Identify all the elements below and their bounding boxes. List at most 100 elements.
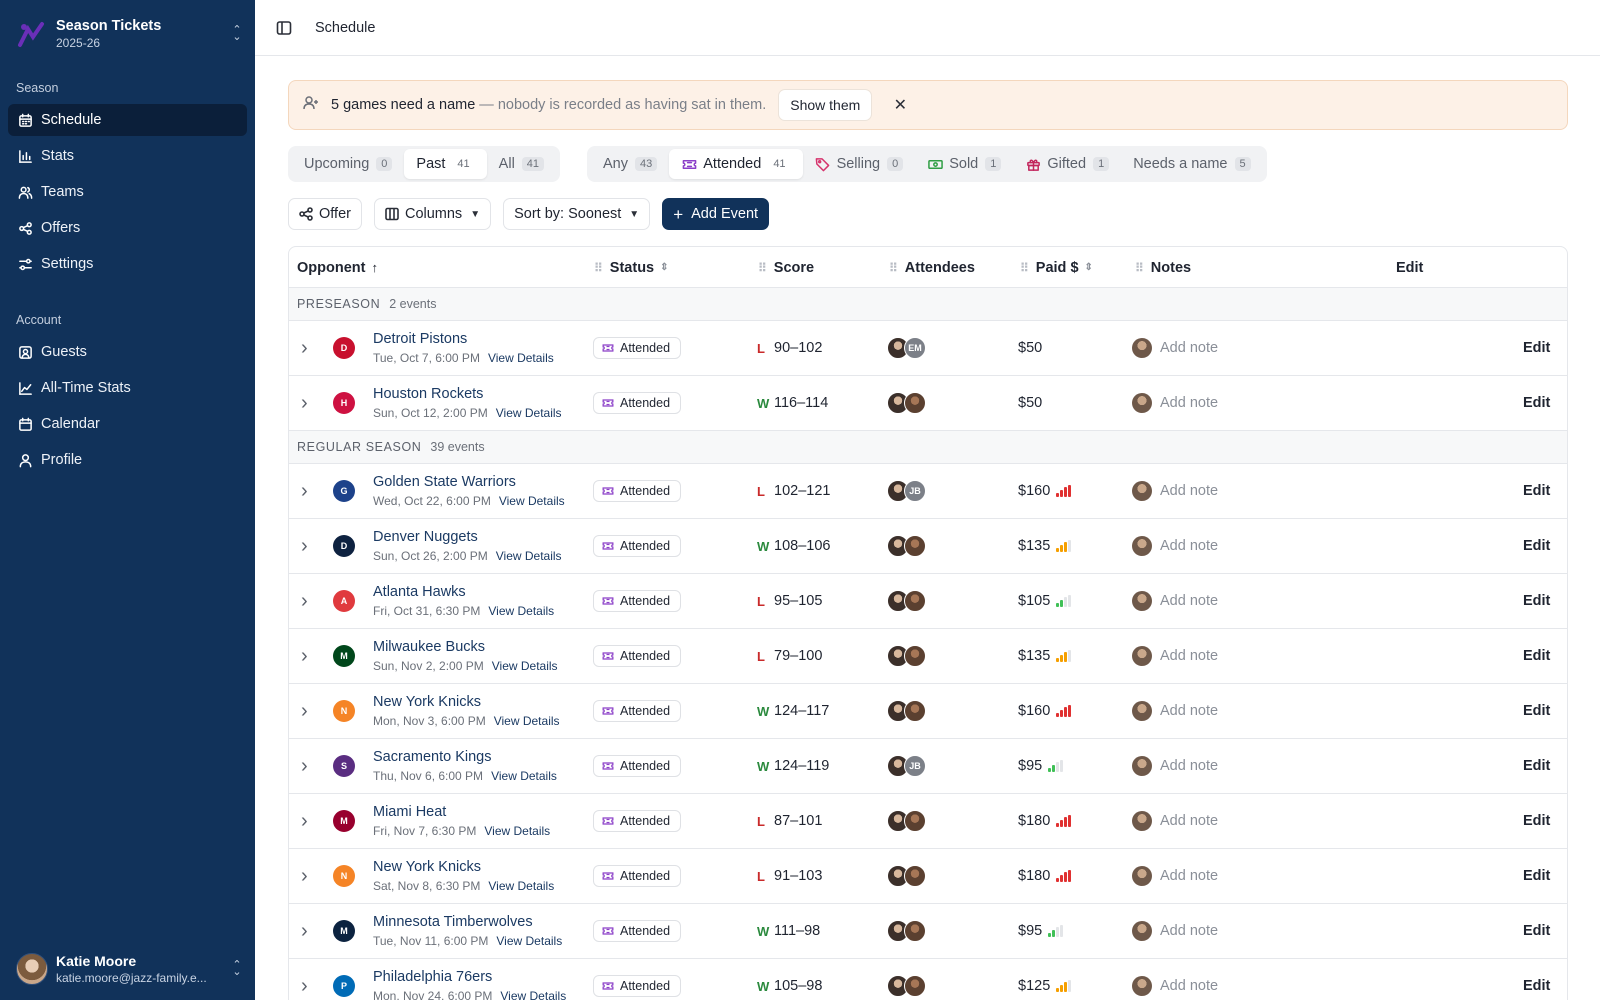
view-details-link[interactable]: View Details <box>488 351 554 365</box>
attendees-cell[interactable] <box>887 574 926 628</box>
tab-upcoming[interactable]: Upcoming 0 <box>292 149 404 179</box>
attendees-cell[interactable] <box>887 629 926 683</box>
edit-button[interactable]: Edit <box>1523 794 1550 848</box>
opponent-name[interactable]: Denver Nuggets <box>373 529 478 545</box>
edit-button[interactable]: Edit <box>1523 849 1550 903</box>
drag-handle-icon[interactable]: ⠿ <box>758 261 767 275</box>
attendees-cell[interactable]: JB <box>887 464 926 518</box>
sidebar-item-guests[interactable]: Guests <box>8 336 247 368</box>
view-details-link[interactable]: View Details <box>491 769 557 783</box>
offer-button[interactable]: Offer <box>288 198 362 230</box>
sidebar-item-calendar[interactable]: Calendar <box>8 408 247 440</box>
tab-any[interactable]: Any 43 <box>591 149 669 179</box>
edit-button[interactable]: Edit <box>1523 904 1550 958</box>
close-icon[interactable]: ✕ <box>892 95 908 115</box>
opponent-name[interactable]: Golden State Warriors <box>373 474 516 490</box>
add-note-button[interactable]: Add note <box>1132 849 1218 903</box>
column-notes[interactable]: ⠿ Notes <box>1135 247 1191 288</box>
season-switcher[interactable]: Season Tickets 2025-26 ⌃ ⌄ <box>16 14 244 54</box>
edit-button[interactable]: Edit <box>1523 376 1550 430</box>
column-opponent[interactable]: Opponent ↑ <box>297 247 378 288</box>
show-them-button[interactable]: Show them <box>778 89 873 121</box>
edit-button[interactable]: Edit <box>1523 739 1550 793</box>
edit-button[interactable]: Edit <box>1523 629 1550 683</box>
sort-select[interactable]: Sort by: Soonest ▼ <box>503 198 651 230</box>
expand-row-button[interactable]: › <box>301 904 308 958</box>
sidebar-item-stats[interactable]: Stats <box>8 140 247 172</box>
add-note-button[interactable]: Add note <box>1132 464 1218 518</box>
attendees-cell[interactable] <box>887 794 926 848</box>
add-note-button[interactable]: Add note <box>1132 321 1218 375</box>
add-note-button[interactable]: Add note <box>1132 574 1218 628</box>
expand-row-button[interactable]: › <box>301 519 308 573</box>
attendees-cell[interactable] <box>887 959 926 1000</box>
opponent-name[interactable]: Philadelphia 76ers <box>373 969 492 985</box>
tab-gifted[interactable]: Gifted 1 <box>1013 149 1121 179</box>
attendees-cell[interactable]: JB <box>887 739 926 793</box>
expand-row-button[interactable]: › <box>301 794 308 848</box>
expand-row-button[interactable]: › <box>301 574 308 628</box>
column-attendees[interactable]: ⠿ Attendees <box>889 247 975 288</box>
sidebar-toggle-icon[interactable] <box>275 19 293 37</box>
sidebar-item-teams[interactable]: Teams <box>8 176 247 208</box>
opponent-name[interactable]: Miami Heat <box>373 804 446 820</box>
column-status[interactable]: ⠿ Status ⇕ <box>594 247 669 288</box>
expand-row-button[interactable]: › <box>301 376 308 430</box>
attendees-cell[interactable] <box>887 376 926 430</box>
attendees-cell[interactable] <box>887 519 926 573</box>
expand-row-button[interactable]: › <box>301 321 308 375</box>
opponent-name[interactable]: Sacramento Kings <box>373 749 491 765</box>
expand-row-button[interactable]: › <box>301 849 308 903</box>
edit-button[interactable]: Edit <box>1523 464 1550 518</box>
columns-button[interactable]: Columns ▼ <box>373 198 492 230</box>
add-note-button[interactable]: Add note <box>1132 629 1218 683</box>
expand-row-button[interactable]: › <box>301 464 308 518</box>
opponent-name[interactable]: Milwaukee Bucks <box>373 639 485 655</box>
opponent-name[interactable]: Detroit Pistons <box>373 331 467 347</box>
sidebar-item-profile[interactable]: Profile <box>8 444 247 476</box>
edit-button[interactable]: Edit <box>1523 519 1550 573</box>
tab-all[interactable]: All 41 <box>487 149 556 179</box>
expand-row-button[interactable]: › <box>301 629 308 683</box>
drag-handle-icon[interactable]: ⠿ <box>1135 261 1144 275</box>
drag-handle-icon[interactable]: ⠿ <box>594 261 603 275</box>
view-details-link[interactable]: View Details <box>492 659 558 673</box>
edit-button[interactable]: Edit <box>1523 959 1550 1000</box>
edit-button[interactable]: Edit <box>1523 321 1550 375</box>
edit-button[interactable]: Edit <box>1523 684 1550 738</box>
sidebar-item-all-time-stats[interactable]: All-Time Stats <box>8 372 247 404</box>
opponent-name[interactable]: Atlanta Hawks <box>373 584 466 600</box>
opponent-name[interactable]: New York Knicks <box>373 694 481 710</box>
add-note-button[interactable]: Add note <box>1132 904 1218 958</box>
view-details-link[interactable]: View Details <box>500 989 566 1000</box>
tab-needs-a-name[interactable]: Needs a name 5 <box>1121 149 1262 179</box>
opponent-name[interactable]: Houston Rockets <box>373 386 483 402</box>
tab-past[interactable]: Past 41 <box>404 149 487 179</box>
sidebar-item-offers[interactable]: Offers <box>8 212 247 244</box>
view-details-link[interactable]: View Details <box>488 879 554 893</box>
tab-sold[interactable]: Sold 1 <box>915 149 1013 179</box>
column-paid[interactable]: ⠿ Paid $ ⇕ <box>1020 247 1093 288</box>
tab-selling[interactable]: Selling 0 <box>803 149 916 179</box>
view-details-link[interactable]: View Details <box>488 604 554 618</box>
attendees-cell[interactable] <box>887 849 926 903</box>
add-note-button[interactable]: Add note <box>1132 519 1218 573</box>
add-note-button[interactable]: Add note <box>1132 376 1218 430</box>
view-details-link[interactable]: View Details <box>499 494 565 508</box>
expand-row-button[interactable]: › <box>301 739 308 793</box>
add-note-button[interactable]: Add note <box>1132 739 1218 793</box>
opponent-name[interactable]: Minnesota Timberwolves <box>373 914 533 930</box>
view-details-link[interactable]: View Details <box>496 934 562 948</box>
sidebar-item-schedule[interactable]: Schedule <box>8 104 247 136</box>
user-menu[interactable]: Katie Moore katie.moore@jazz-family.e...… <box>16 950 244 988</box>
drag-handle-icon[interactable]: ⠿ <box>1020 261 1029 275</box>
tab-attended[interactable]: Attended 41 <box>669 149 803 179</box>
opponent-name[interactable]: New York Knicks <box>373 859 481 875</box>
attendees-cell[interactable] <box>887 684 926 738</box>
view-details-link[interactable]: View Details <box>496 406 562 420</box>
view-details-link[interactable]: View Details <box>496 549 562 563</box>
expand-row-button[interactable]: › <box>301 959 308 1000</box>
column-score[interactable]: ⠿ Score <box>758 247 814 288</box>
view-details-link[interactable]: View Details <box>484 824 550 838</box>
expand-row-button[interactable]: › <box>301 684 308 738</box>
